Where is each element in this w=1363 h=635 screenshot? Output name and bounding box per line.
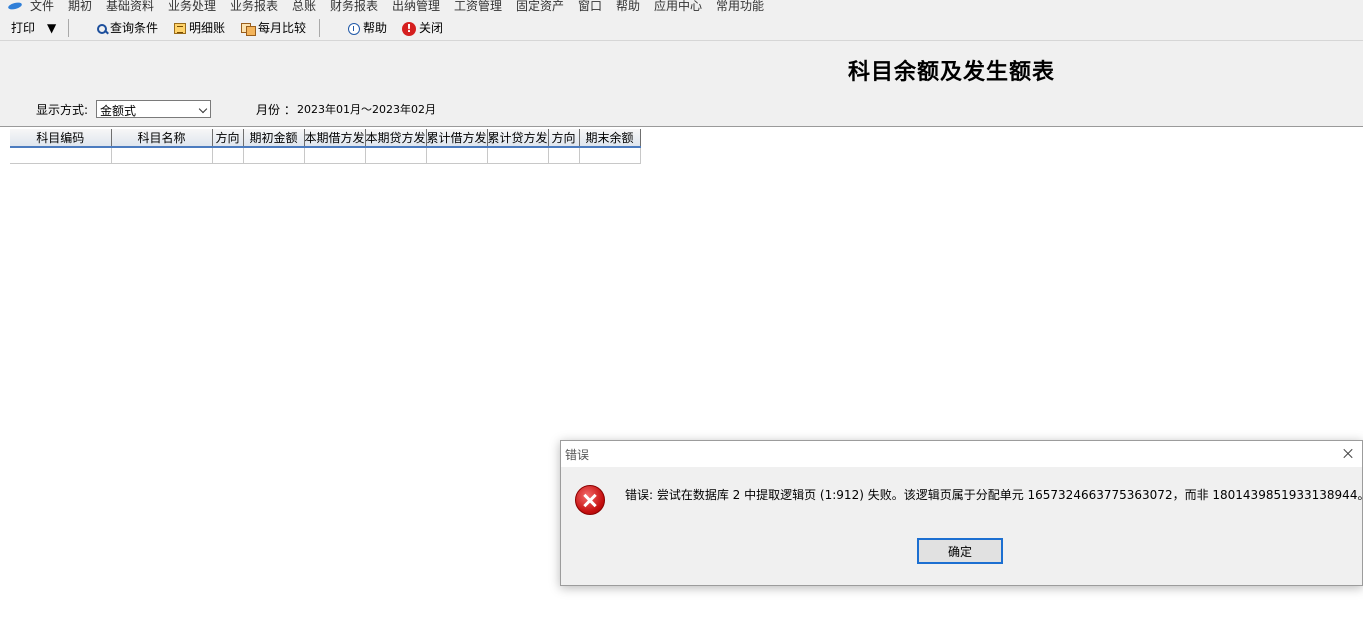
column-header-closing-balance[interactable]: 期末余额 [579, 129, 641, 148]
menu-business-processing[interactable]: 业务处理 [168, 0, 216, 13]
table-cell[interactable] [304, 147, 366, 164]
menu-payroll[interactable]: 工资管理 [454, 0, 502, 13]
column-header-direction[interactable]: 方向 [212, 129, 244, 148]
display-mode-value: 金额式 [100, 104, 137, 118]
help-icon [348, 22, 360, 35]
table-cell[interactable] [243, 147, 305, 164]
query-button-label: 查询条件 [110, 21, 159, 35]
menu-basic-data[interactable]: 基础资料 [106, 0, 154, 13]
detail-ledger-button-label: 明细账 [189, 21, 226, 35]
column-header-opening-amount[interactable]: 期初金额 [243, 129, 305, 148]
report-title: 科目余额及发生额表 [848, 59, 1056, 85]
ok-button[interactable]: 确定 [917, 538, 1003, 564]
menu-help[interactable]: 帮助 [616, 0, 640, 13]
print-button[interactable]: 打印 [11, 19, 35, 37]
display-mode-select[interactable]: 金额式 [96, 100, 211, 118]
column-header-cumulative-credit[interactable]: 累计贷方发 [487, 129, 549, 148]
table-row[interactable] [10, 147, 641, 164]
detail-ledger-button[interactable]: 明细账 [174, 19, 225, 37]
menu-general-ledger[interactable]: 总账 [292, 0, 316, 13]
menu-file[interactable]: 文件 [30, 0, 54, 13]
search-icon [97, 23, 107, 34]
query-button[interactable]: 查询条件 [97, 19, 158, 37]
display-mode-label: 显示方式: [36, 103, 89, 117]
grid-header-row: 科目编码 科目名称 方向 期初金额 本期借方发 本期贷方发 累计借方发 累计贷方… [10, 129, 641, 148]
close-icon: ! [402, 21, 416, 36]
column-header-closing-direction[interactable]: 方向 [548, 129, 580, 148]
help-button[interactable]: 帮助 [348, 19, 387, 37]
month-label: 月份 ： [256, 103, 296, 117]
dialog-title: 错误 [565, 448, 590, 462]
menu-opening[interactable]: 期初 [68, 0, 92, 13]
menu-fixed-assets[interactable]: 固定资产 [516, 0, 564, 13]
print-dropdown-icon[interactable]: ▼ [47, 19, 56, 37]
error-dialog: 错误 错误: 尝试在数据库 2 中提取逻辑页 (1:912) 失败。该逻辑页属于… [560, 440, 1363, 586]
table-cell[interactable] [487, 147, 549, 164]
close-button[interactable]: ! 关闭 [402, 19, 443, 37]
menu-window[interactable]: 窗口 [578, 0, 602, 13]
menu-common-functions[interactable]: 常用功能 [716, 0, 764, 13]
toolbar-separator [68, 19, 69, 37]
table-cell[interactable] [212, 147, 244, 164]
column-header-account-name[interactable]: 科目名称 [111, 129, 213, 148]
column-header-account-code[interactable]: 科目编码 [10, 129, 112, 148]
close-icon[interactable] [1338, 444, 1358, 464]
balance-grid: 科目编码 科目名称 方向 期初金额 本期借方发 本期贷方发 累计借方发 累计贷方… [10, 129, 641, 164]
column-header-period-credit[interactable]: 本期贷方发 [365, 129, 427, 148]
compare-icon [241, 22, 256, 36]
table-cell[interactable] [365, 147, 427, 164]
table-cell[interactable] [579, 147, 641, 164]
ledger-icon [174, 23, 186, 34]
menu-business-reports[interactable]: 业务报表 [230, 0, 278, 13]
menu-bar: 文件 期初 基础资料 业务处理 业务报表 总账 财务报表 出纳管理 工资管理 固… [0, 0, 1363, 14]
chevron-down-icon [198, 104, 208, 114]
menu-app-center[interactable]: 应用中心 [654, 0, 702, 13]
column-header-cumulative-debit[interactable]: 累计借方发 [426, 129, 488, 148]
table-cell[interactable] [10, 147, 112, 164]
error-icon [575, 485, 605, 515]
menu-financial-reports[interactable]: 财务报表 [330, 0, 378, 13]
table-cell[interactable] [548, 147, 580, 164]
monthly-compare-button[interactable]: 每月比较 [241, 19, 306, 37]
table-cell[interactable] [426, 147, 488, 164]
app-logo-icon [7, 1, 23, 11]
table-cell[interactable] [111, 147, 213, 164]
toolbar: 打印 ▼ 查询条件 明细账 每月比较 帮助 ! 关闭 [0, 16, 1363, 41]
menu-cashier[interactable]: 出纳管理 [392, 0, 440, 13]
help-button-label: 帮助 [363, 21, 388, 35]
monthly-compare-button-label: 每月比较 [258, 21, 307, 35]
dialog-title-bar[interactable]: 错误 [561, 441, 1362, 467]
toolbar-separator [319, 19, 320, 37]
column-header-period-debit[interactable]: 本期借方发 [304, 129, 366, 148]
error-message: 错误: 尝试在数据库 2 中提取逻辑页 (1:912) 失败。该逻辑页属于分配单… [625, 488, 1363, 502]
month-range-value: 2023年01月～2023年02月 [297, 103, 436, 116]
close-button-label: 关闭 [419, 21, 444, 35]
